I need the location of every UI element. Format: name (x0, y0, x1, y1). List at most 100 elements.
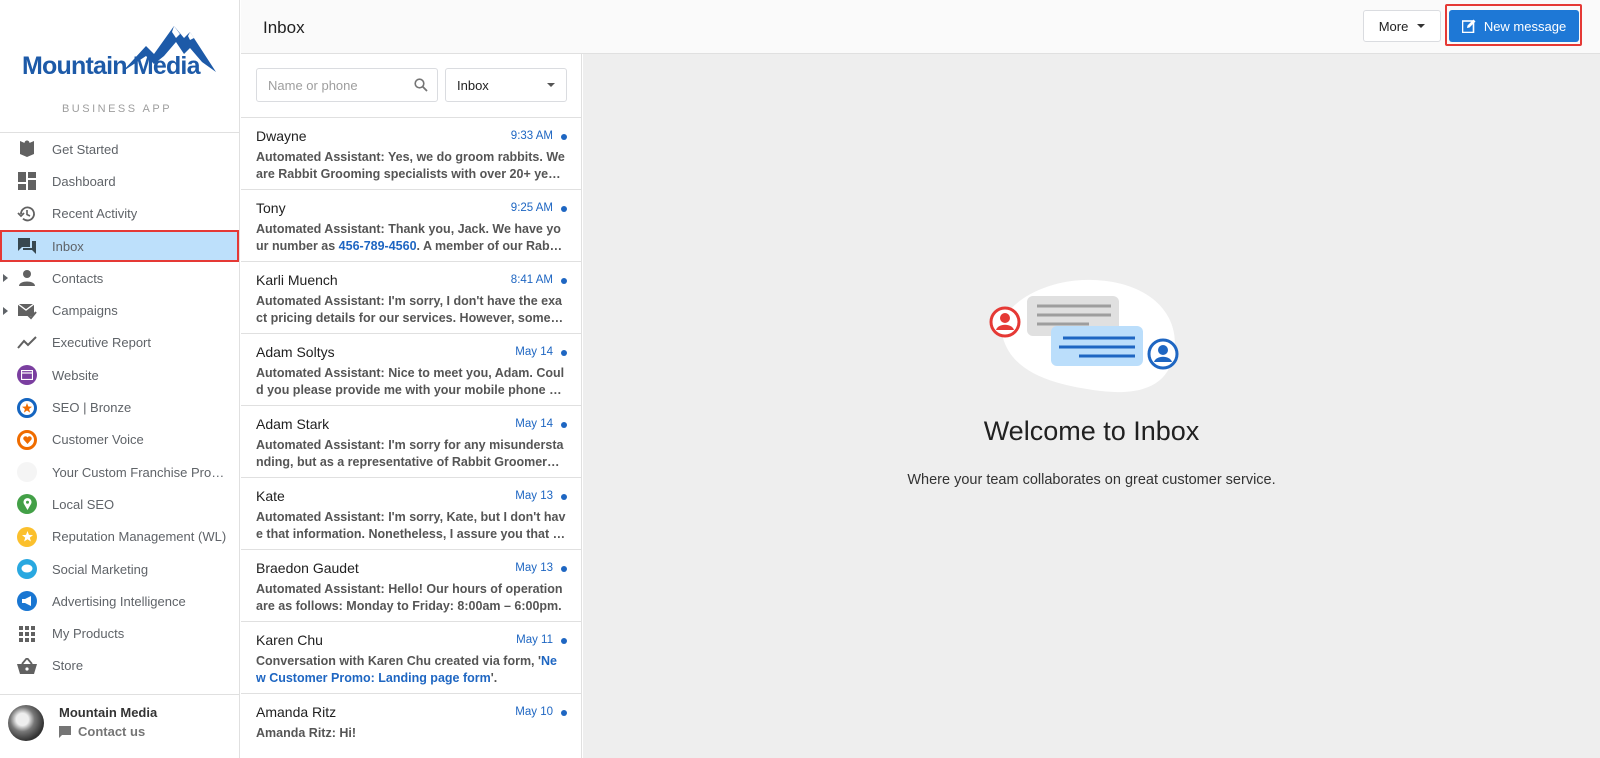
sidebar-item-advertising-intelligence[interactable]: Advertising Intelligence (0, 585, 239, 617)
welcome-subtitle: Where your team collaborates on great cu… (907, 472, 1276, 488)
sidebar-item-label: My Products (52, 626, 125, 642)
more-button-label: More (1378, 18, 1409, 34)
history-icon (17, 204, 37, 224)
expand-caret-icon[interactable] (3, 274, 8, 283)
search-input[interactable] (257, 69, 407, 101)
conversation-preview: Automated Assistant: I'm sorry, Kate, bu… (256, 510, 566, 541)
inbox-filter-value: Inbox (457, 77, 489, 93)
sidebar-item-reputation-management[interactable]: Reputation Management (WL) (0, 521, 239, 553)
conversation-item[interactable]: Adam Stark May 14 Automated Assistant: I… (241, 406, 581, 478)
dashboard-icon (17, 171, 37, 191)
conversation-item[interactable]: Karli Muench 8:41 AM Automated Assistant… (241, 262, 581, 334)
sidebar-item-recent-activity[interactable]: Recent Activity (0, 198, 239, 230)
unread-dot (561, 206, 567, 212)
avatar[interactable] (8, 705, 44, 741)
unread-dot (561, 638, 567, 644)
sidebar-item-store[interactable]: Store (0, 650, 239, 682)
conversation-preview: Automated Assistant: Hello! Our hours of… (256, 582, 563, 613)
sidebar-item-label: Your Custom Franchise Prod... (52, 464, 228, 480)
list-filters: Inbox (241, 54, 581, 118)
search-box (256, 68, 438, 102)
conversation-preview: Amanda Ritz: Hi! (256, 726, 356, 740)
welcome-title: Welcome to Inbox (983, 416, 1200, 446)
sidebar-item-local-seo[interactable]: Local SEO (0, 488, 239, 520)
sidebar-item-label: Customer Voice (52, 432, 144, 448)
conversation-time: May 13 (515, 490, 553, 502)
sidebar-nav: Get Started Dashboard Recent Activity In… (0, 133, 239, 682)
top-bar: Inbox More New message (241, 0, 1600, 54)
conversation-time: May 14 (515, 418, 553, 430)
conversation-time: 9:33 AM (510, 130, 553, 142)
chat-bubble-icon (59, 725, 71, 738)
sidebar-item-executive-report[interactable]: Executive Report (0, 327, 239, 359)
dropdown-arrow-icon (547, 83, 555, 87)
conversation-time: May 13 (515, 562, 553, 574)
chat-icon (17, 236, 37, 256)
conversation-preview: Conversation with Karen Chu created via … (256, 653, 566, 687)
conversation-time: May 11 (516, 634, 553, 646)
account-name: Mountain Media (59, 705, 158, 720)
seo-star-icon (17, 397, 37, 418)
sidebar-item-customer-voice[interactable]: Customer Voice (0, 424, 239, 456)
conversation-list-pane: Inbox Dwayne 9:33 AM Automated Assistant… (241, 54, 582, 758)
sidebar-item-inbox[interactable]: Inbox (0, 229, 239, 263)
sidebar-item-label: Campaigns (52, 303, 118, 319)
sidebar-item-dashboard[interactable]: Dashboard (0, 165, 239, 197)
conversation-item[interactable]: Tony 9:25 AM Automated Assistant: Thank … (241, 190, 581, 262)
star-icon (17, 526, 37, 547)
trend-icon (17, 333, 37, 353)
sidebar-item-label: Get Started (52, 141, 119, 157)
phone-link[interactable]: 456-789-4560 (339, 239, 417, 253)
preview-text: Conversation with Karen Chu created via … (256, 654, 541, 668)
sidebar-item-get-started[interactable]: Get Started (0, 133, 239, 165)
book-icon (17, 139, 37, 159)
unread-dot (561, 278, 567, 284)
sidebar-item-website[interactable]: Website (0, 359, 239, 391)
megaphone-icon (17, 591, 37, 612)
conversation-item[interactable]: Kate May 13 Automated Assistant: I'm sor… (241, 478, 581, 550)
heart-icon (17, 429, 37, 450)
grid-icon (17, 624, 37, 644)
dropdown-arrow-icon (1417, 24, 1426, 28)
conversation-item[interactable]: Dwayne 9:33 AM Automated Assistant: Yes,… (241, 118, 581, 190)
mail-check-icon (17, 301, 37, 321)
sidebar-item-seo-bronze[interactable]: SEO | Bronze (0, 391, 239, 423)
unread-dot (561, 134, 567, 140)
conversation-preview: Automated Assistant: Nice to meet you, A… (256, 366, 565, 397)
conversation-item[interactable]: Adam Soltys May 14 Automated Assistant: … (241, 334, 581, 406)
contact-us-link[interactable]: Contact us (59, 724, 145, 739)
basket-icon (17, 656, 37, 676)
conversation-time: May 10 (515, 706, 553, 718)
conversation-item[interactable]: Karen Chu May 11 Conversation with Karen… (241, 622, 581, 694)
sidebar-item-my-products[interactable]: My Products (0, 617, 239, 649)
sidebar-item-label: Social Marketing (52, 561, 149, 577)
more-button[interactable]: More (1363, 10, 1441, 42)
new-message-button[interactable]: New message (1449, 10, 1579, 42)
contact-us-label: Contact us (78, 724, 146, 739)
sidebar-item-custom-franchise-product[interactable]: Your Custom Franchise Prod... (0, 456, 239, 488)
unread-dot (561, 422, 567, 428)
sidebar-footer: Mountain Media Contact us (0, 694, 239, 758)
conversation-item[interactable]: Amanda Ritz May 10 Amanda Ritz: Hi! (241, 694, 581, 758)
sidebar-item-contacts[interactable]: Contacts (0, 262, 239, 294)
search-icon[interactable] (414, 78, 428, 92)
main-panel: Welcome to Inbox Where your team collabo… (583, 54, 1600, 758)
sidebar-item-label: Recent Activity (52, 206, 138, 222)
sidebar-item-label: Reputation Management (WL) (52, 529, 227, 545)
conversation-time: May 14 (515, 346, 553, 358)
brand-name: Mountain Media (22, 52, 200, 80)
sidebar-item-label: Advertising Intelligence (52, 593, 186, 609)
sidebar-item-label: Local SEO (52, 496, 115, 512)
expand-caret-icon[interactable] (3, 306, 8, 315)
conversation-item[interactable]: Braedon Gaudet May 13 Automated Assistan… (241, 550, 581, 622)
compose-icon (1461, 19, 1476, 33)
inbox-filter-select[interactable]: Inbox (445, 68, 567, 102)
sidebar-item-campaigns[interactable]: Campaigns (0, 294, 239, 326)
conversation-preview: Automated Assistant: Thank you, Jack. We… (256, 221, 566, 255)
sidebar-item-social-marketing[interactable]: Social Marketing (0, 553, 239, 585)
unread-dot (561, 494, 567, 500)
brand-header: Mountain Media BUSINESS APP (0, 0, 239, 133)
brand-subtitle: BUSINESS APP (61, 103, 173, 115)
unread-dot (561, 710, 567, 716)
social-bubble-icon (17, 559, 37, 579)
